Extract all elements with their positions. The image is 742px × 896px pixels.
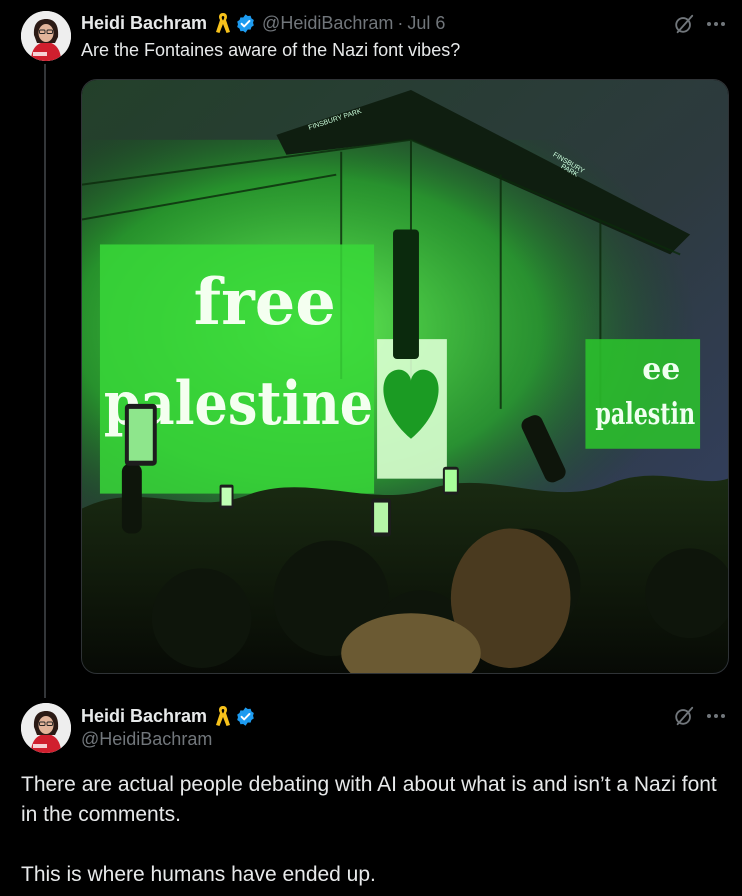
tweet-media-image[interactable]: FINSBURY PARK FINSBURY PARK free palesti… (81, 79, 729, 674)
author-name[interactable]: Heidi Bachram (81, 706, 207, 727)
yellow-ribbon-icon (216, 706, 231, 726)
tweet-paragraph: There are actual people debating with AI… (21, 773, 717, 826)
grok-icon[interactable] (673, 705, 695, 727)
more-options-icon[interactable] (705, 13, 727, 35)
verified-badge-icon (237, 706, 254, 726)
tweet2-header: Heidi Bachram (81, 703, 256, 729)
grok-icon[interactable] (673, 13, 695, 35)
author-name[interactable]: Heidi Bachram (81, 13, 207, 34)
author-handle[interactable]: @HeidiBachram (262, 13, 393, 34)
avatar[interactable] (21, 703, 71, 753)
tweet-paragraph: This is where humans have ended up. (21, 863, 376, 886)
tweet-date[interactable]: Jul 6 (407, 13, 445, 34)
avatar[interactable] (21, 11, 71, 61)
screen-text-free: free (194, 265, 336, 340)
verified-badge-icon (237, 13, 254, 33)
yellow-ribbon-icon (216, 13, 231, 33)
author-handle[interactable]: @HeidiBachram (81, 729, 212, 750)
separator-dot: · (397, 12, 404, 33)
screen-right-text-2: palestin (595, 397, 695, 432)
screen-right-text-1: ee (642, 352, 680, 387)
tweet1-header: Heidi Bachram @HeidiBachram · Jul 6 (81, 11, 445, 35)
thread-connector-line (44, 64, 46, 698)
tweet-text: Are the Fontaines aware of the Nazi font… (81, 40, 461, 60)
tweet-text: There are actual people debating with AI… (21, 770, 721, 896)
more-options-icon[interactable] (705, 705, 727, 727)
